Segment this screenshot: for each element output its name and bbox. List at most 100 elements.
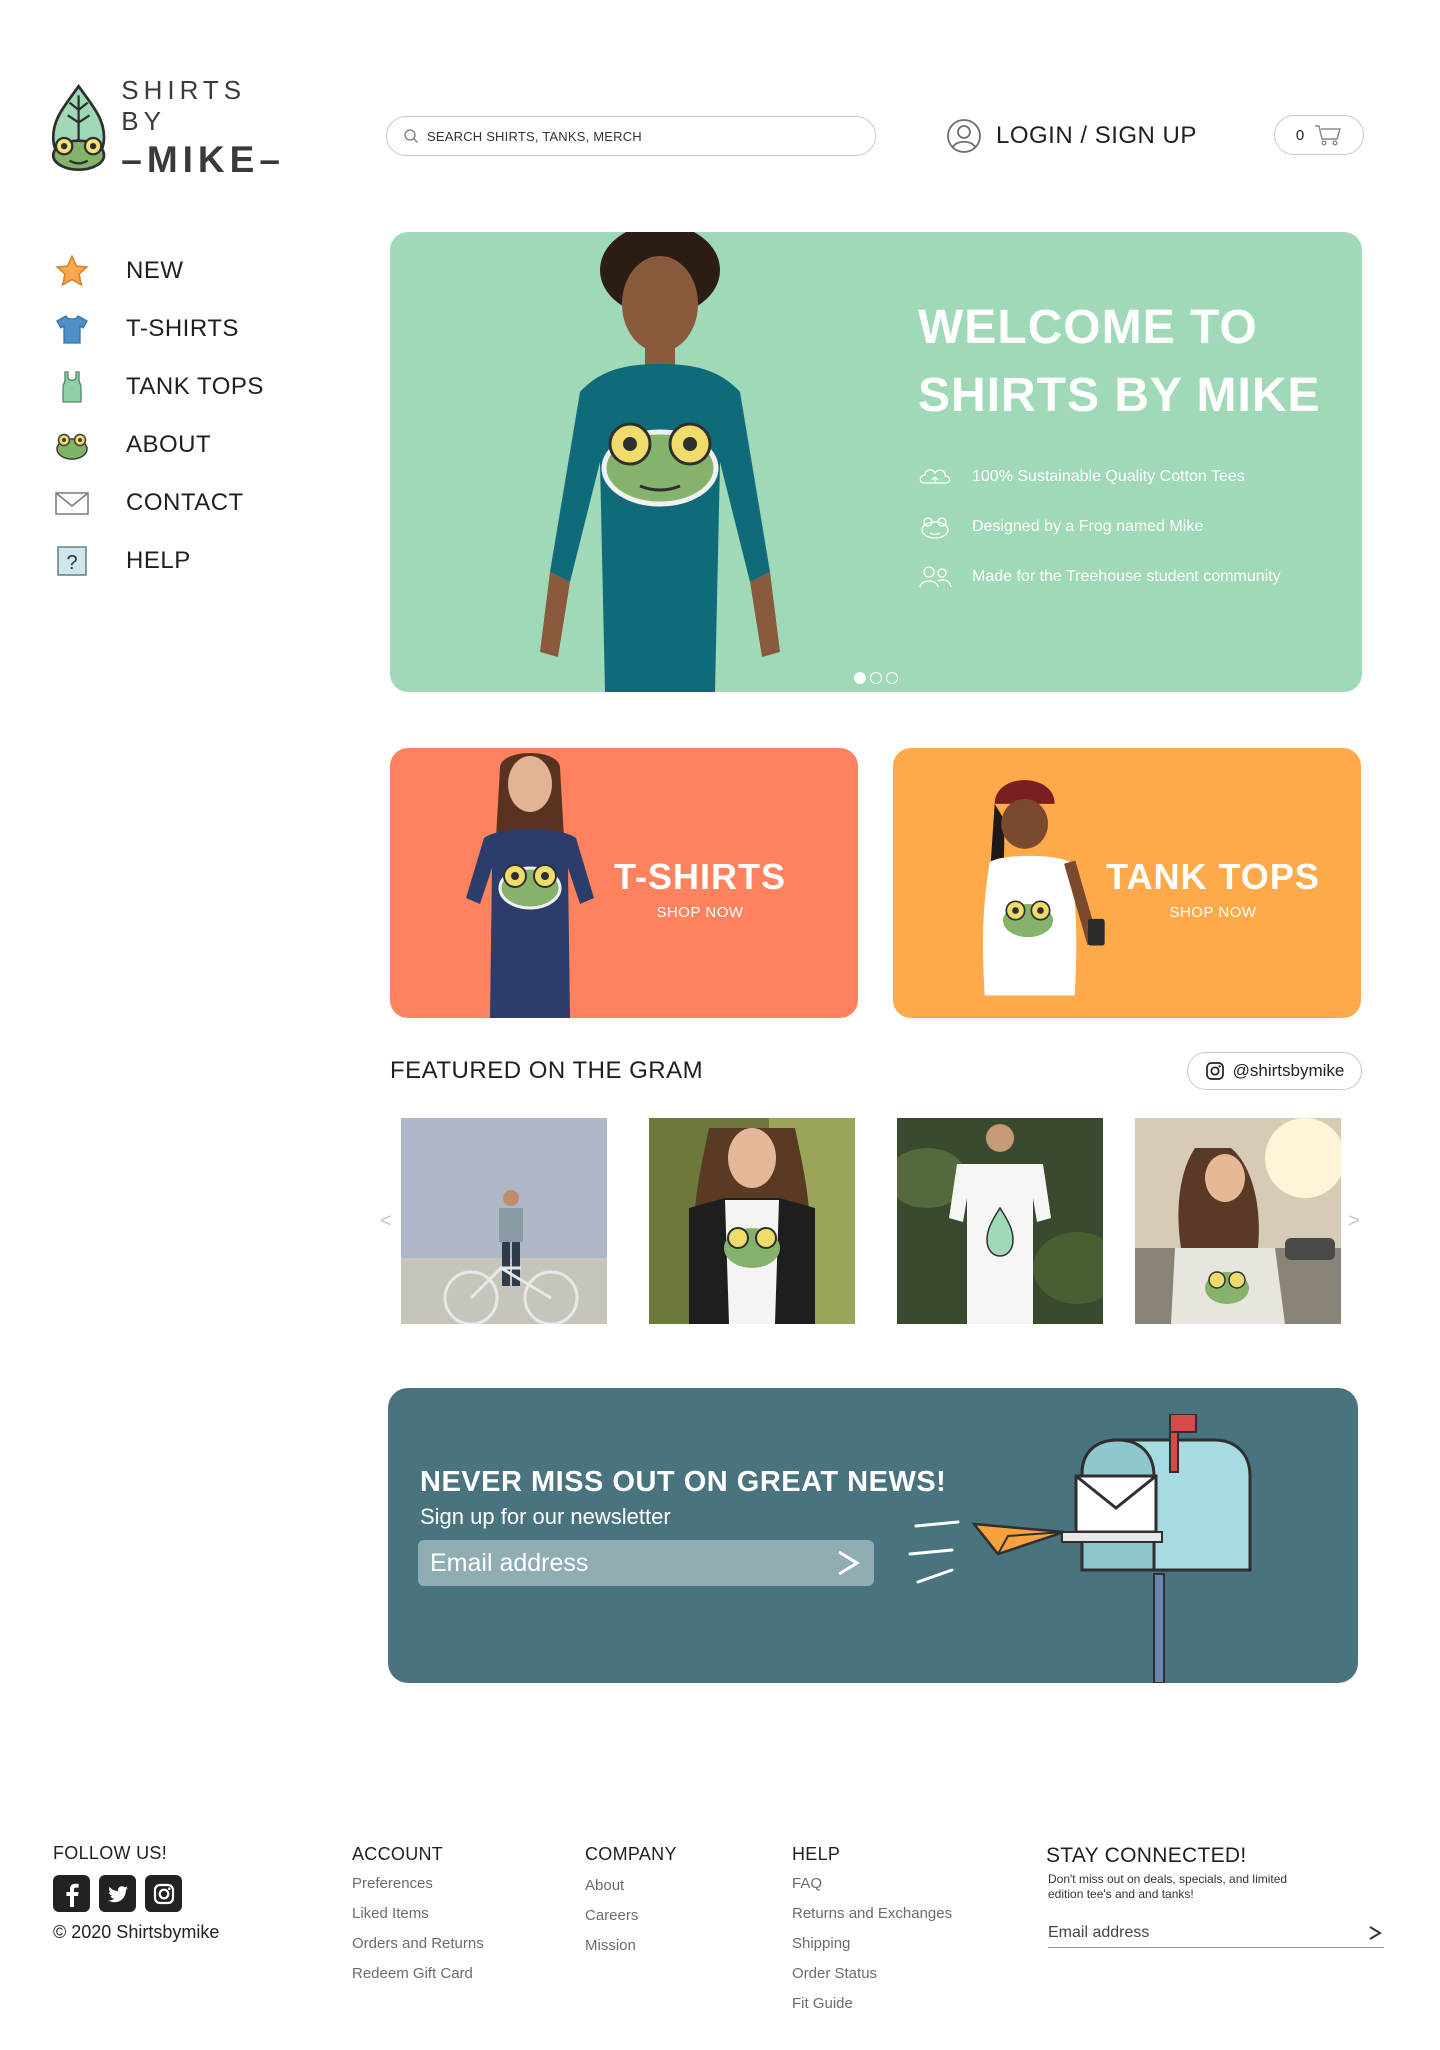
carousel-dots [854, 672, 898, 684]
tshirt-icon [52, 309, 92, 349]
hero-feature-item: Designed by a Frog named Mike [918, 515, 1203, 539]
shop-now-link[interactable]: SHOP NOW [1103, 904, 1323, 921]
footer-link-mission[interactable]: Mission [585, 1931, 638, 1961]
submit-arrow-icon[interactable] [1368, 1925, 1382, 1941]
stay-connected-description: Don't miss out on deals, specials, and l… [1048, 1872, 1288, 1901]
people-icon [919, 566, 952, 588]
newsletter-email-input[interactable]: Email address [418, 1540, 874, 1586]
facebook-icon[interactable] [53, 1875, 90, 1912]
carousel-dot-1[interactable] [854, 672, 866, 684]
sidebar-item-tank-tops[interactable]: TANK TOPS [52, 358, 312, 416]
sidebar-nav: NEW T-SHIRTS TANK TOPS ABOUT CONTACT ? H… [52, 242, 312, 590]
footer-link-redeem-gift-card[interactable]: Redeem Gift Card [352, 1959, 484, 1989]
star-icon [52, 251, 92, 291]
sidebar-item-label: HELP [126, 547, 191, 574]
search-input[interactable]: SEARCH SHIRTS, TANKS, MERCH [386, 116, 876, 156]
footer-link-orders-returns[interactable]: Orders and Returns [352, 1929, 484, 1959]
category-title: T-SHIRTS [613, 856, 786, 897]
gram-photo-street[interactable] [1135, 1118, 1341, 1324]
footer-account-title: ACCOUNT [352, 1844, 444, 1864]
newsletter-subtitle: Sign up for our newsletter [420, 1504, 671, 1529]
footer-link-faq[interactable]: FAQ [792, 1869, 952, 1899]
hero-feature-item: 100% Sustainable Quality Cotton Tees [918, 465, 1245, 489]
featured-section-title: FEATURED ON THE GRAM [390, 1057, 704, 1084]
gram-photo-street-image [1135, 1118, 1341, 1324]
stay-connected-title: STAY CONNECTED! [1046, 1844, 1247, 1867]
hero-title-line-2: SHIRTS BY MIKE [918, 369, 1321, 422]
footer-company-links: About Careers Mission [585, 1871, 638, 1961]
footer-email-input[interactable]: Email address [1048, 1918, 1384, 1948]
category-card-tshirts[interactable]: T-SHIRTS SHOP NOW [390, 748, 858, 1018]
submit-arrow-icon[interactable] [836, 1549, 860, 1577]
gram-photo-leaves-image [897, 1118, 1103, 1324]
footer-link-fit-guide[interactable]: Fit Guide [792, 1989, 952, 2019]
logo-title-bottom: –MIKE– [121, 139, 285, 180]
gram-next-arrow[interactable]: > [1348, 1210, 1360, 1233]
sidebar-item-new[interactable]: NEW [52, 242, 312, 300]
category-card-tank-tops[interactable]: TANK TOPS SHOP NOW [893, 748, 1361, 1018]
newsletter-banner: NEVER MISS OUT ON GREAT NEWS! Sign up fo… [388, 1388, 1358, 1683]
mailbox-paper-plane-illustration [908, 1414, 1252, 1683]
tank-top-icon [52, 367, 92, 407]
brand-logo[interactable]: SHIRTS BY –MIKE– [46, 75, 286, 180]
hero-title-line-1: WELCOME TO [918, 301, 1258, 354]
hero-feature-item: Made for the Treehouse student community [918, 565, 1281, 589]
user-avatar-icon [947, 119, 981, 153]
sidebar-item-about[interactable]: ABOUT [52, 416, 312, 474]
frog-icon [52, 425, 92, 465]
envelope-icon [52, 483, 92, 523]
newsletter-email-placeholder: Email address [430, 1548, 589, 1577]
login-signup-button[interactable]: LOGIN / SIGN UP [946, 116, 1197, 156]
sidebar-item-contact[interactable]: CONTACT [52, 474, 312, 532]
footer-link-careers[interactable]: Careers [585, 1901, 638, 1931]
svg-text:?: ? [66, 552, 77, 574]
hero-banner[interactable]: WELCOME TO SHIRTS BY MIKE 100% Sustainab… [390, 232, 1362, 692]
gram-photo-jacket[interactable] [649, 1118, 855, 1324]
category-title: TANK TOPS [1106, 856, 1320, 897]
newsletter-title: NEVER MISS OUT ON GREAT NEWS! [420, 1466, 947, 1498]
footer-link-shipping[interactable]: Shipping [792, 1929, 952, 1959]
instagram-icon [1205, 1062, 1224, 1080]
sidebar-item-label: TANK TOPS [126, 373, 264, 400]
twitter-icon[interactable] [99, 1875, 136, 1912]
search-icon [404, 129, 418, 143]
carousel-dot-2[interactable] [870, 672, 882, 684]
login-label: LOGIN / SIGN UP [996, 122, 1197, 149]
shop-now-link[interactable]: SHOP NOW [590, 904, 810, 921]
cart-button[interactable]: 0 [1274, 115, 1364, 155]
instagram-icon[interactable] [145, 1875, 182, 1912]
sidebar-item-label: NEW [126, 257, 184, 284]
instagram-handle: @shirtsbymike [1232, 1061, 1345, 1080]
footer-link-returns-exchanges[interactable]: Returns and Exchanges [792, 1899, 952, 1929]
hero-feature-text: 100% Sustainable Quality Cotton Tees [972, 468, 1245, 485]
footer-link-order-status[interactable]: Order Status [792, 1959, 952, 1989]
sidebar-item-tshirts[interactable]: T-SHIRTS [52, 300, 312, 358]
instagram-handle-button[interactable]: @shirtsbymike [1187, 1052, 1362, 1090]
carousel-dot-3[interactable] [886, 672, 898, 684]
gram-photo-bike[interactable] [401, 1118, 607, 1324]
footer-account-links: Preferences Liked Items Orders and Retur… [352, 1869, 484, 1989]
frog-leaf-logo-icon [51, 84, 106, 172]
hero-title: WELCOME TO SHIRTS BY MIKE [918, 294, 1338, 430]
copyright-text: © 2020 Shirtsbymike [53, 1922, 220, 1942]
footer-company-title: COMPANY [585, 1844, 677, 1864]
shopping-cart-icon [1315, 125, 1342, 146]
gram-photo-bike-image [401, 1118, 607, 1324]
help-icon: ? [52, 541, 92, 581]
gram-photo-leaves[interactable] [897, 1118, 1103, 1324]
sidebar-item-label: CONTACT [126, 489, 244, 516]
social-links [53, 1875, 182, 1912]
search-placeholder: SEARCH SHIRTS, TANKS, MERCH [427, 128, 642, 144]
footer-link-liked-items[interactable]: Liked Items [352, 1899, 484, 1929]
gram-prev-arrow[interactable]: < [380, 1210, 392, 1233]
frog-outline-icon [921, 517, 949, 539]
sidebar-item-help[interactable]: ? HELP [52, 532, 312, 590]
footer-link-about[interactable]: About [585, 1871, 638, 1901]
footer-email-placeholder: Email address [1048, 1923, 1150, 1941]
footer-help-title: HELP [792, 1844, 841, 1864]
footer-link-preferences[interactable]: Preferences [352, 1869, 484, 1899]
sidebar-item-label: T-SHIRTS [126, 315, 239, 342]
gram-photo-jacket-image [649, 1118, 855, 1324]
logo-title-top: SHIRTS BY [121, 75, 247, 136]
follow-us-title: FOLLOW US! [53, 1843, 168, 1863]
